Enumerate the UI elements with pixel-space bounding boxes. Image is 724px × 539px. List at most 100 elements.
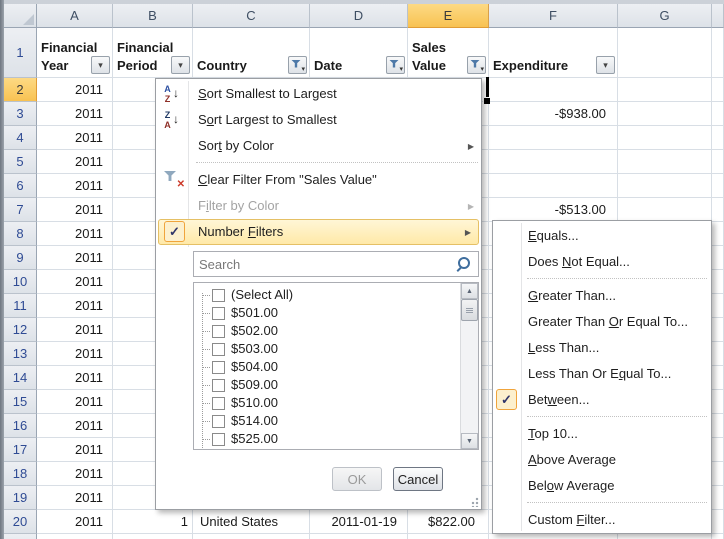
row-number[interactable]: 10 <box>4 270 37 294</box>
menu-item-clear-filter[interactable]: ✕ Clear Filter From "Sales Value" <box>156 167 481 193</box>
filter-value-item[interactable]: (Select All) <box>194 286 461 304</box>
menu-item-sort-smallest-to-largest[interactable]: AZ↓ Sort Smallest to Largest <box>156 81 481 107</box>
search-icon[interactable] <box>458 257 470 269</box>
row-number[interactable]: 2 <box>4 78 37 102</box>
submenu-item-below-average[interactable]: Below Average <box>493 473 711 499</box>
scroll-up-button[interactable]: ▲ <box>461 283 478 299</box>
cell-a[interactable]: 2011 <box>37 342 113 366</box>
checkbox-unchecked[interactable] <box>212 361 225 374</box>
submenu-item-between-checked[interactable]: ✓ Between... <box>493 387 711 413</box>
cell-g[interactable] <box>618 150 712 174</box>
cell-a[interactable]: 2011 <box>37 390 113 414</box>
cell-a[interactable]: 2011 <box>37 174 113 198</box>
col-header-a[interactable]: A <box>37 4 113 28</box>
filter-button-sales-value-active[interactable]: ▾ <box>467 56 486 74</box>
header-cell-financial-year[interactable]: Financial Year ▾ <box>37 28 113 78</box>
cell-g[interactable] <box>618 102 712 126</box>
cell-a[interactable]: 2011 <box>37 222 113 246</box>
cell-a[interactable]: 2011 <box>37 78 113 102</box>
row-number[interactable]: 14 <box>4 366 37 390</box>
row-number[interactable]: 19 <box>4 486 37 510</box>
col-header-g[interactable]: G <box>618 4 712 28</box>
filter-value-item[interactable]: $509.00 <box>194 376 461 394</box>
header-cell-sales-value[interactable]: Sales Value ▾ <box>408 28 489 78</box>
cancel-button[interactable]: Cancel <box>393 467 443 491</box>
col-header-d[interactable]: D <box>310 4 408 28</box>
cell-a[interactable]: 2011 <box>37 246 113 270</box>
cell-a[interactable]: 2011 <box>37 102 113 126</box>
cell-a[interactable]: 2011 <box>37 318 113 342</box>
row-number[interactable]: 7 <box>4 198 37 222</box>
cell-g[interactable] <box>618 78 712 102</box>
cell-a[interactable]: 2011 <box>37 486 113 510</box>
cell-f[interactable] <box>489 174 618 198</box>
filter-value-item[interactable]: $501.00 <box>194 304 461 322</box>
menu-item-sort-by-color[interactable]: Sort by Color ▶ <box>156 133 481 159</box>
dropdown-resize-grip[interactable] <box>469 497 479 507</box>
submenu-item-greater-than[interactable]: Greater Than... <box>493 283 711 309</box>
cell-a[interactable]: 2011 <box>37 510 113 534</box>
filter-button-date-active[interactable]: ▾ <box>386 56 405 74</box>
scrollbar-thumb[interactable] <box>461 299 478 321</box>
cell-a[interactable]: 2011 <box>37 366 113 390</box>
row-number[interactable]: 12 <box>4 318 37 342</box>
submenu-item-custom-filter[interactable]: Custom Filter... <box>493 507 711 533</box>
cell-a[interactable]: 2011 <box>37 414 113 438</box>
col-header-c[interactable]: C <box>193 4 310 28</box>
filter-value-item[interactable]: $502.00 <box>194 322 461 340</box>
cell-a[interactable]: 2011 <box>37 126 113 150</box>
filter-button-expenditure[interactable]: ▾ <box>596 56 615 74</box>
cell-g[interactable] <box>618 174 712 198</box>
row-number[interactable]: 15 <box>4 390 37 414</box>
search-input[interactable] <box>194 257 454 272</box>
row-number[interactable]: 13 <box>4 342 37 366</box>
filter-value-item[interactable]: $504.00 <box>194 358 461 376</box>
filter-value-item[interactable]: $503.00 <box>194 340 461 358</box>
cell-f[interactable] <box>489 126 618 150</box>
submenu-item-does-not-equal[interactable]: Does Not Equal... <box>493 249 711 275</box>
header-cell-g-empty[interactable] <box>618 28 712 78</box>
header-cell-expenditure[interactable]: Expenditure ▾ <box>489 28 618 78</box>
row-number[interactable]: 4 <box>4 126 37 150</box>
row-number[interactable]: 18 <box>4 462 37 486</box>
row-number[interactable]: 11 <box>4 294 37 318</box>
row-number[interactable]: 1 <box>4 28 37 78</box>
submenu-item-top-10[interactable]: Top 10... <box>493 421 711 447</box>
select-all-corner[interactable] <box>4 4 37 28</box>
row-number[interactable]: 16 <box>4 414 37 438</box>
cell-f[interactable]: -$938.00 <box>489 102 618 126</box>
filter-value-item[interactable]: $510.00 <box>194 394 461 412</box>
row-number[interactable]: 20 <box>4 510 37 534</box>
filter-value-item[interactable]: $514.00 <box>194 412 461 430</box>
cell-f[interactable] <box>489 78 618 102</box>
cell-d[interactable]: 2011-01-19 <box>310 510 408 534</box>
filter-value-item[interactable]: $525.00 <box>194 430 461 448</box>
filter-button-financial-year[interactable]: ▾ <box>91 56 110 74</box>
ok-button[interactable]: OK <box>332 467 382 491</box>
cell-g[interactable] <box>618 198 712 222</box>
checkbox-unchecked[interactable] <box>212 325 225 338</box>
fill-handle[interactable] <box>483 97 490 104</box>
row-number[interactable]: 9 <box>4 246 37 270</box>
scroll-down-button[interactable]: ▼ <box>461 433 478 449</box>
row-number[interactable]: 6 <box>4 174 37 198</box>
submenu-item-above-average[interactable]: Above Average <box>493 447 711 473</box>
header-cell-financial-period[interactable]: Financial Period ▾ <box>113 28 193 78</box>
row-number[interactable]: 17 <box>4 438 37 462</box>
col-header-b[interactable]: B <box>113 4 193 28</box>
menu-item-number-filters[interactable]: ✓ Number Filters ▶ <box>158 219 479 245</box>
row-number[interactable]: 5 <box>4 150 37 174</box>
cell-a[interactable]: 2011 <box>37 462 113 486</box>
filter-button-financial-period[interactable]: ▾ <box>171 56 190 74</box>
cell-f[interactable]: -$513.00 <box>489 198 618 222</box>
cell-a[interactable]: 2011 <box>37 270 113 294</box>
submenu-item-equals[interactable]: Equals... <box>493 223 711 249</box>
col-header-e-selected[interactable]: E <box>408 4 489 28</box>
col-header-f[interactable]: F <box>489 4 618 28</box>
cell-g[interactable] <box>618 126 712 150</box>
submenu-item-greater-than-or-equal[interactable]: Greater Than Or Equal To... <box>493 309 711 335</box>
cell-e[interactable]: $822.00 <box>408 510 489 534</box>
header-cell-country[interactable]: Country ▾ <box>193 28 310 78</box>
cell-a[interactable]: 2011 <box>37 294 113 318</box>
filter-button-country-active[interactable]: ▾ <box>288 56 307 74</box>
